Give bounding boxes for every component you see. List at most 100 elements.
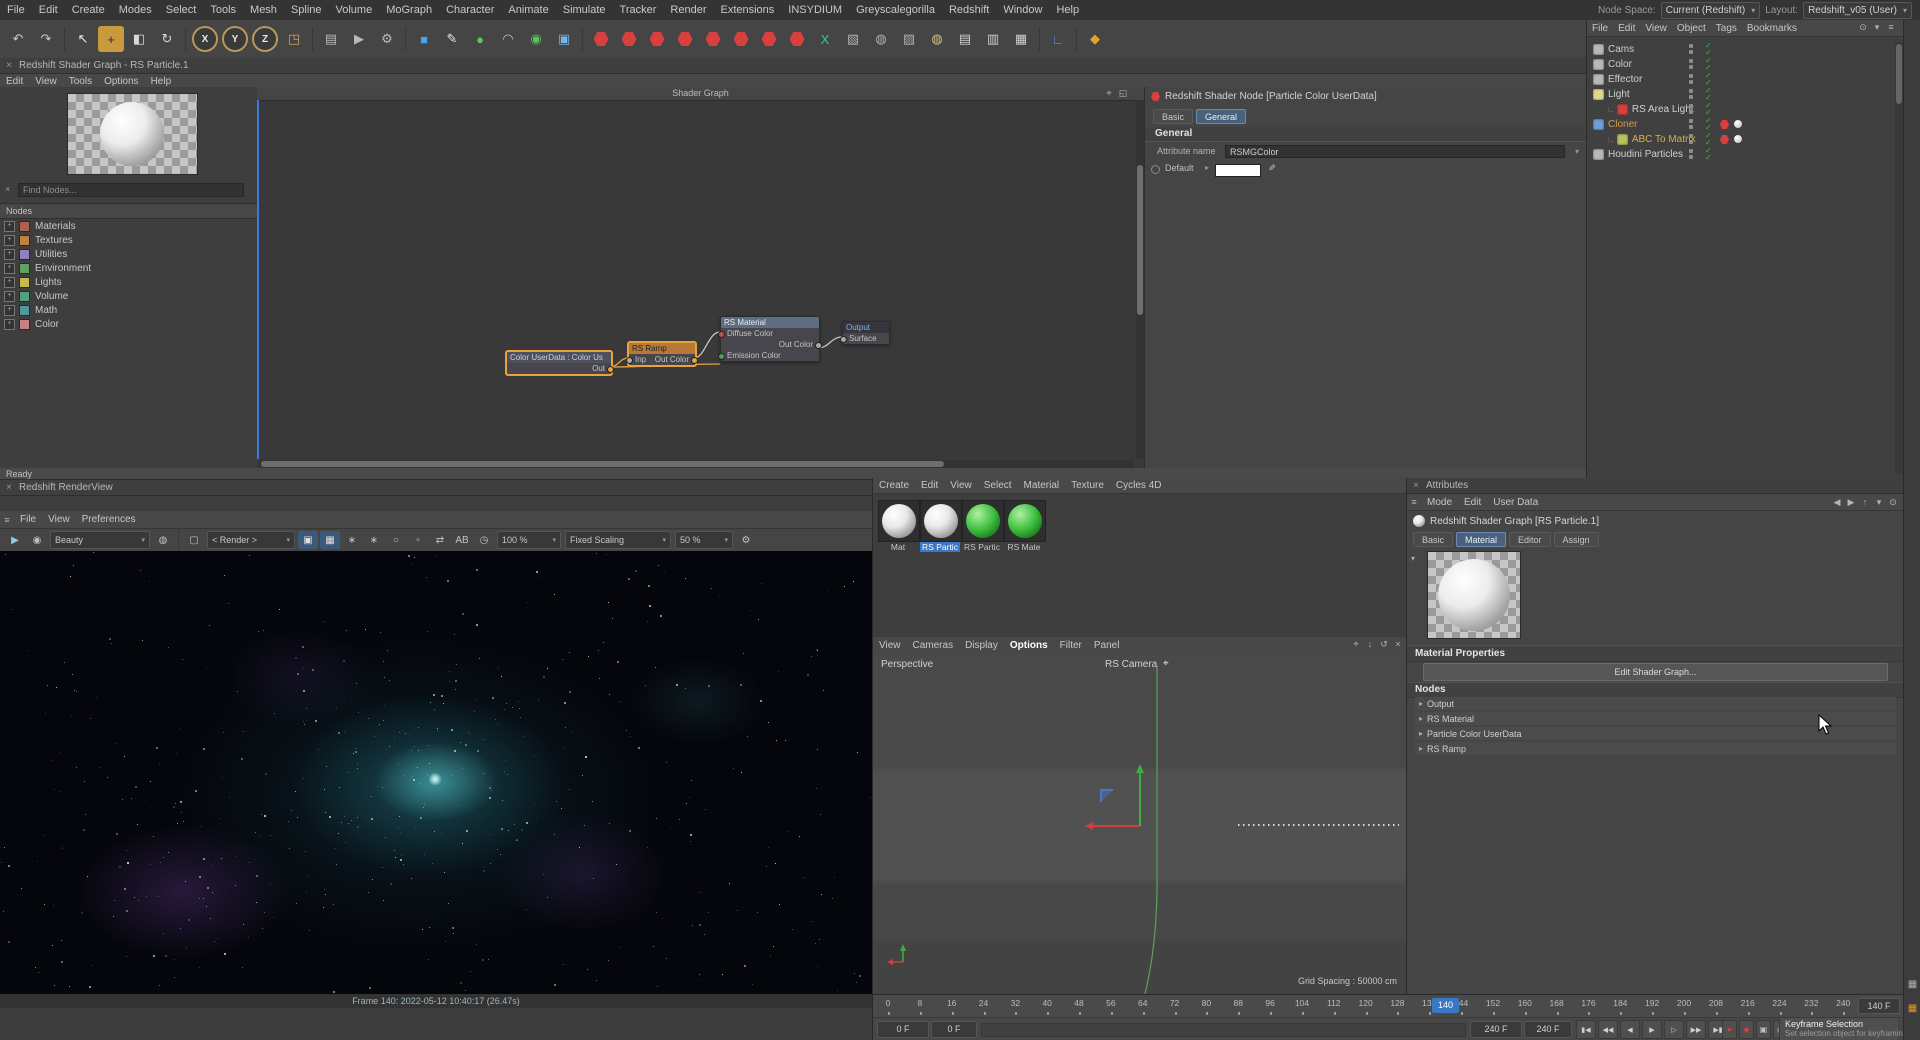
object-manager-menu-1[interactable]: Edit	[1613, 23, 1640, 34]
menubar-item-6[interactable]: Mesh	[243, 0, 284, 20]
expand-icon[interactable]: +	[4, 249, 15, 260]
pen-spline-icon[interactable]: ✎	[439, 26, 465, 52]
render-select[interactable]: < Render > ▾	[207, 531, 295, 549]
array-icon[interactable]: ▤	[952, 26, 978, 52]
xparticles-icon[interactable]: X	[812, 26, 838, 52]
attributes-tab-3[interactable]: Assign	[1553, 532, 1599, 547]
zoom-select[interactable]: 100 % ▾	[497, 531, 561, 549]
material-tag-icon[interactable]	[1734, 135, 1742, 143]
input-port-icon[interactable]	[718, 353, 725, 360]
snapshot-icon[interactable]: ◉	[27, 531, 47, 549]
renderview-menu-1[interactable]: View	[42, 514, 76, 525]
expand-triangle-icon[interactable]: ▸	[1419, 714, 1423, 723]
renderview-menu-0[interactable]: File	[14, 514, 42, 525]
menubar-item-10[interactable]: Character	[439, 0, 501, 20]
menubar-item-4[interactable]: Select	[159, 0, 204, 20]
hatched-sphere-icon[interactable]: ◍	[924, 26, 950, 52]
node-port-surface[interactable]: Surface	[840, 333, 889, 344]
view-label[interactable]: Perspective	[881, 659, 933, 670]
expand-icon[interactable]: +	[4, 291, 15, 302]
up-arrow-icon[interactable]: ↑	[1858, 496, 1872, 508]
hamburger-menu-icon[interactable]: ≡	[0, 514, 14, 526]
scaling-select[interactable]: Fixed Scaling ▾	[565, 531, 671, 549]
move-canvas-icon[interactable]: ⌖	[1102, 87, 1116, 99]
shader-menu-2[interactable]: Tools	[63, 76, 98, 87]
visibility-dots[interactable]	[1689, 149, 1693, 159]
menubar-item-16[interactable]: INSYDIUM	[781, 0, 849, 20]
close-icon[interactable]: ×	[4, 60, 14, 71]
clear-search-icon[interactable]: ×	[5, 184, 10, 194]
shader-menu-0[interactable]: Edit	[0, 76, 29, 87]
object-row[interactable]: Light ✓ ✓	[1587, 87, 1894, 102]
next-key-button[interactable]: ▶▶	[1686, 1020, 1706, 1039]
node-port-emission[interactable]: Emission Color	[718, 350, 819, 361]
visibility-dots[interactable]	[1689, 74, 1693, 84]
material-menu-6[interactable]: Cycles 4D	[1110, 480, 1168, 491]
output-port-icon[interactable]	[815, 342, 822, 349]
camera-move-icon[interactable]: ⌖	[1163, 658, 1169, 669]
object-manager-menu-5[interactable]: Bookmarks	[1742, 23, 1802, 34]
output-port-icon[interactable]	[607, 366, 614, 373]
menubar-item-14[interactable]: Render	[663, 0, 713, 20]
close-icon[interactable]: ×	[1391, 638, 1405, 650]
region-icon[interactable]: ○	[386, 531, 406, 549]
render-view-icon[interactable]: ▤	[318, 26, 344, 52]
attributes-menu-2[interactable]: User Data	[1487, 497, 1544, 508]
chevron-down-icon[interactable]: ▾	[1575, 147, 1579, 156]
visibility-dots[interactable]	[1689, 44, 1693, 54]
history-icon[interactable]: ◷	[474, 531, 494, 549]
material-item-0[interactable]: Mat	[878, 500, 920, 552]
z-axis-lock-icon[interactable]: Z	[252, 26, 278, 52]
expand-triangle-icon[interactable]: ▸	[1419, 729, 1423, 738]
expand-icon[interactable]: +	[4, 277, 15, 288]
object-row[interactable]: Cams ✓ ✓	[1587, 42, 1894, 57]
collapse-arrow-icon[interactable]: ▾	[1411, 554, 1415, 563]
move-panel-icon[interactable]: ⌖	[1349, 638, 1363, 650]
panel-grid-icon[interactable]: ▦	[1906, 978, 1919, 991]
menubar-item-20[interactable]: Help	[1049, 0, 1086, 20]
menubar-item-13[interactable]: Tracker	[613, 0, 664, 20]
shader-node-row-2[interactable]: ▸ Particle Color UserData	[1415, 727, 1896, 740]
redshift-tag-icon[interactable]	[1720, 120, 1729, 129]
redshift-node-icon-3[interactable]	[644, 26, 670, 52]
beauty-select[interactable]: Beauty ▾	[50, 531, 150, 549]
filter-icon[interactable]: ▾	[1870, 21, 1884, 33]
timeline-ruler[interactable]: 140 140 F 0 8 16 24 32 40 48 56 64 72 80 88 96 104 112…	[873, 995, 1904, 1018]
enable-checks[interactable]: ✓ ✓	[1705, 102, 1712, 117]
start-ipr-icon[interactable]: ▶	[5, 531, 25, 549]
redshift-node-icon-6[interactable]	[728, 26, 754, 52]
node-port-out[interactable]: Out	[507, 363, 614, 374]
object-manager-menu-3[interactable]: Object	[1672, 23, 1711, 34]
workplane-icon[interactable]: ∟	[1045, 26, 1071, 52]
dock-icon[interactable]: ◱	[1116, 87, 1130, 99]
simulate-icon[interactable]: ◉	[523, 26, 549, 52]
mograph-cloner-icon[interactable]: ●	[467, 26, 493, 52]
menubar-item-2[interactable]: Create	[65, 0, 112, 20]
menubar-item-8[interactable]: Volume	[329, 0, 380, 20]
menubar-item-3[interactable]: Modes	[112, 0, 159, 20]
visibility-dots[interactable]	[1689, 104, 1693, 114]
keyframe-options-button[interactable]: ▣	[1756, 1020, 1771, 1039]
rendered-image[interactable]	[0, 551, 872, 994]
field-icon[interactable]: ◠	[495, 26, 521, 52]
coordinate-system-icon[interactable]: ◳	[281, 26, 307, 52]
shader-graph-canvas[interactable]: Color UserData : Color Us Out RS Ramp In…	[257, 87, 1144, 468]
material-menu-5[interactable]: Texture	[1065, 480, 1110, 491]
end-frame-field[interactable]: 240 F	[1470, 1021, 1522, 1038]
viewport-menu-4[interactable]: Filter	[1054, 640, 1088, 651]
undo-icon[interactable]: ↶	[5, 26, 31, 52]
volume-mesher-icon[interactable]: ▨	[896, 26, 922, 52]
move-tool-icon[interactable]: +	[98, 26, 124, 52]
redshift-node-icon-5[interactable]	[700, 26, 726, 52]
rotate-tool-icon[interactable]: ↻	[154, 26, 180, 52]
object-row[interactable]: Effector ✓ ✓	[1587, 72, 1894, 87]
material-item-1[interactable]: RS Partic	[920, 500, 962, 552]
visibility-dots[interactable]	[1689, 134, 1693, 144]
horizontal-scrollbar[interactable]	[259, 460, 1134, 468]
node-category-4[interactable]: + Lights	[0, 276, 257, 289]
snapshot-b-icon[interactable]: ∗	[364, 531, 384, 549]
input-port-icon[interactable]	[840, 336, 847, 343]
expand-icon[interactable]: +	[4, 235, 15, 246]
redshift-node-icon-7[interactable]	[756, 26, 782, 52]
enable-checks[interactable]: ✓ ✓	[1705, 72, 1712, 87]
